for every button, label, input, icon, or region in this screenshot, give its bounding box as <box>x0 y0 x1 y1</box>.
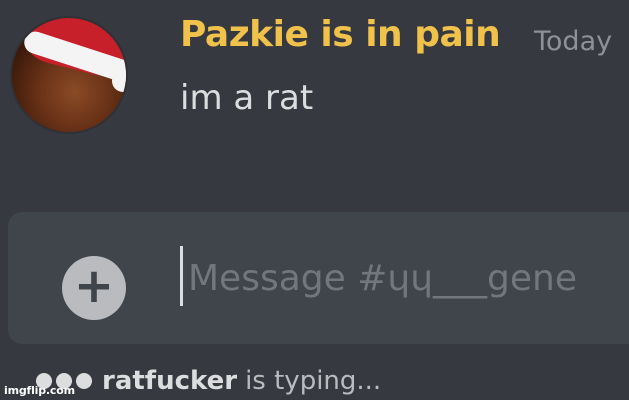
message-input[interactable] <box>188 248 629 308</box>
user-avatar[interactable] <box>10 16 128 134</box>
chat-view: Pazkie is in pain Today im a rat + ratfu… <box>0 0 629 400</box>
plus-icon: + <box>73 258 115 314</box>
message-author[interactable]: Pazkie is in pain <box>180 14 501 55</box>
typing-dot <box>76 373 92 389</box>
attach-file-button[interactable]: + <box>62 256 126 320</box>
message-timestamp: Today <box>534 26 613 57</box>
text-caret <box>180 246 183 306</box>
chat-message: Pazkie is in pain Today im a rat <box>0 0 629 140</box>
message-composer: + <box>8 212 629 344</box>
typing-indicator: ratfucker is typing... <box>36 362 381 400</box>
typing-suffix: is typing... <box>245 366 382 396</box>
message-content: im a rat <box>180 78 314 118</box>
santa-hat-pom <box>112 70 126 92</box>
typing-user: ratfucker <box>102 366 238 396</box>
watermark-label: imgflip.com <box>4 384 75 397</box>
